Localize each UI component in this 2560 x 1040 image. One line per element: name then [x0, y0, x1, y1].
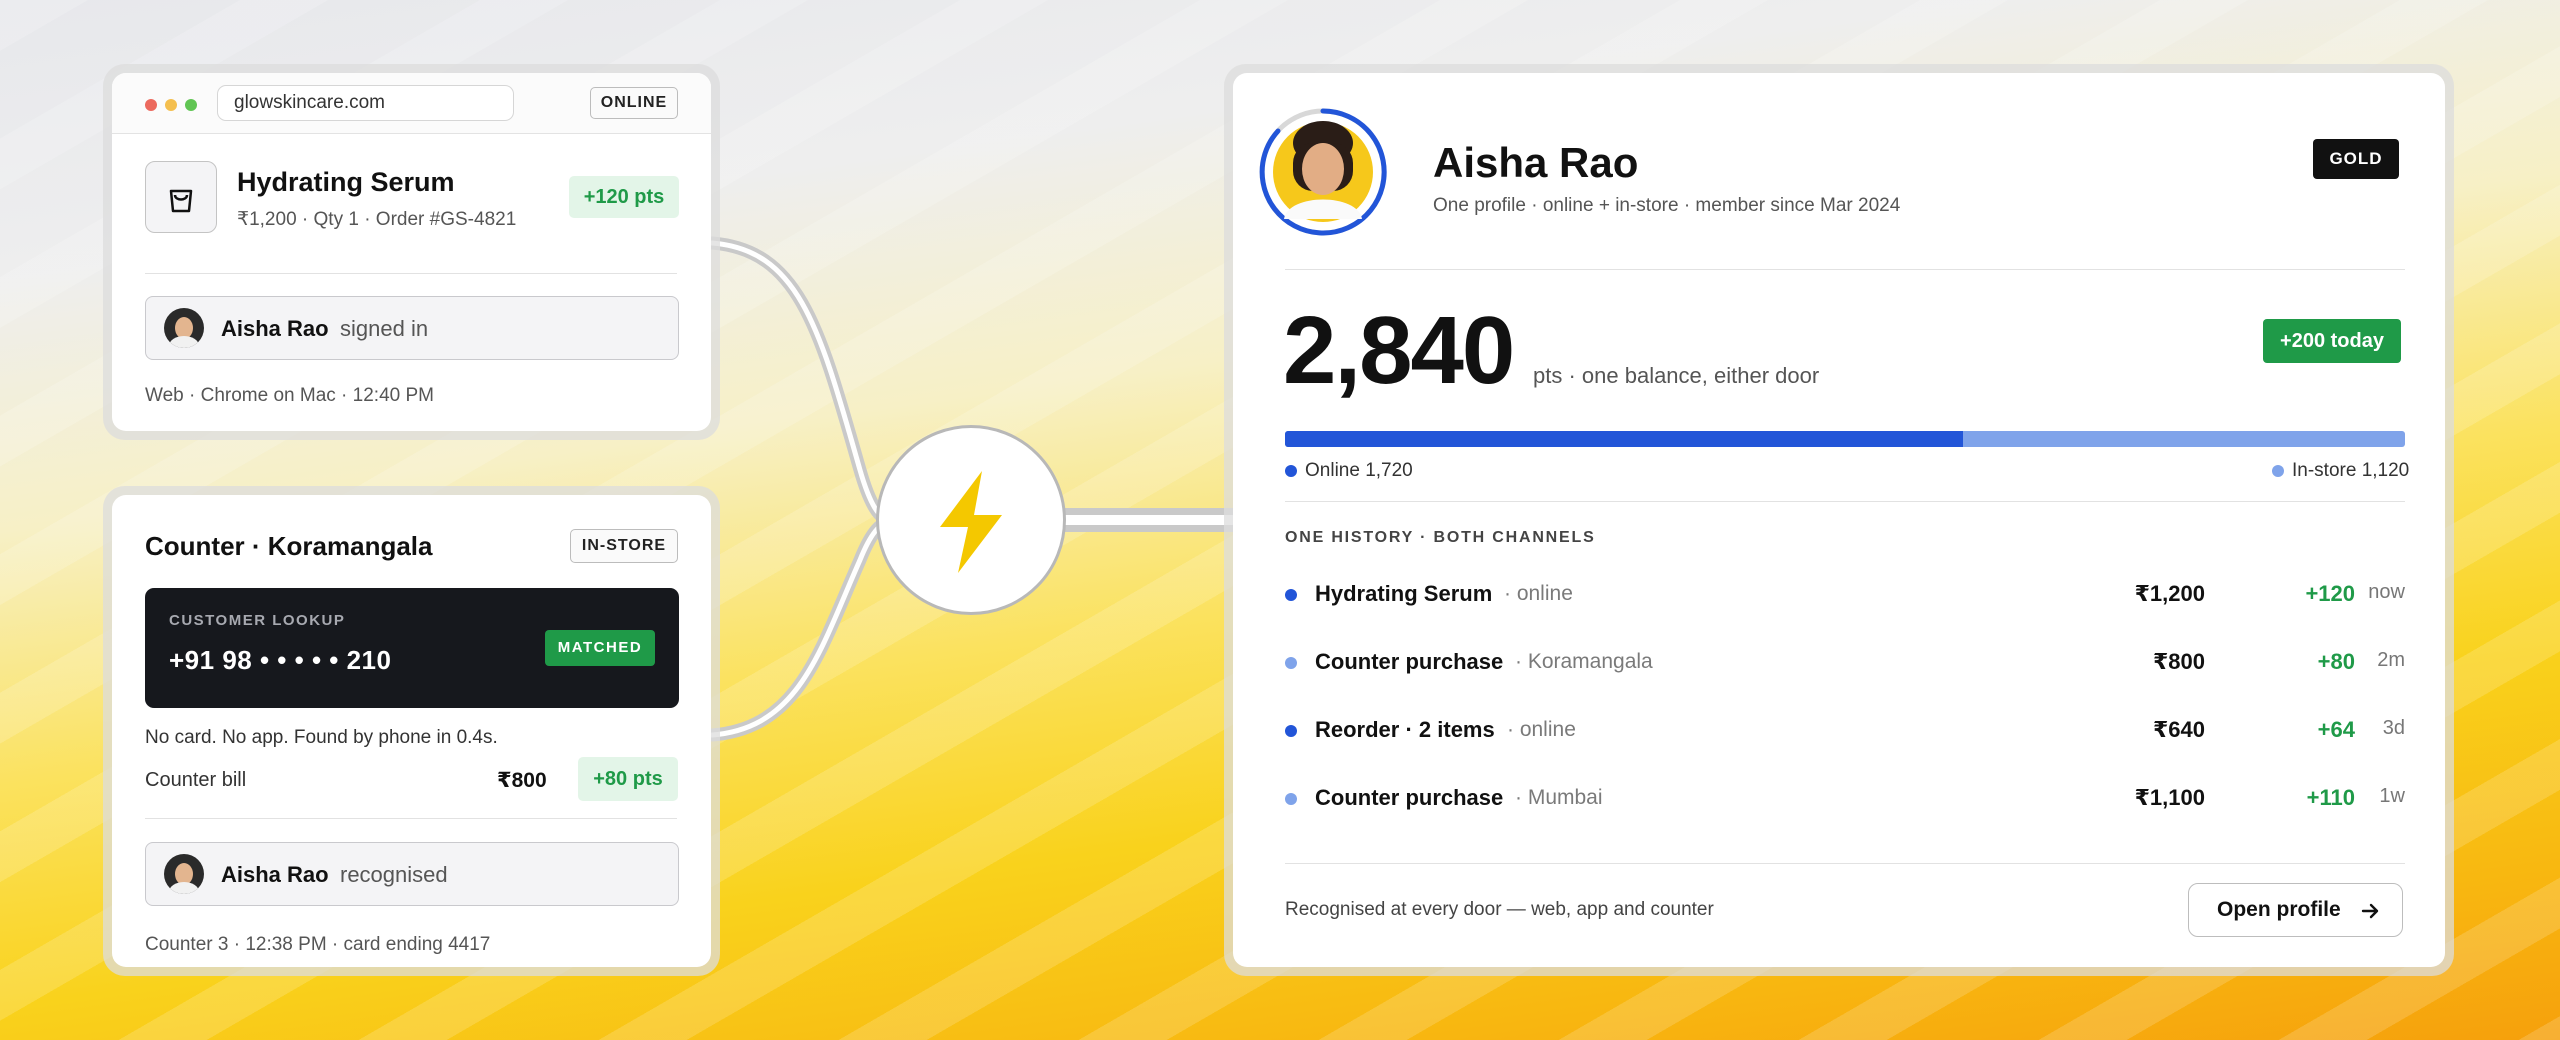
online-card: glowskincare.com ONLINE Hydrating Serum …: [112, 73, 711, 431]
history-item-name: Counter purchase: [1315, 785, 1504, 810]
divider: [145, 273, 677, 274]
customer-name: Aisha Rao: [221, 862, 329, 887]
sync-hub: [876, 425, 1066, 615]
history-item-amount: ₹1,100: [2134, 785, 2205, 810]
history-item-points: +120: [2305, 581, 2355, 606]
open-profile-label: Open profile: [2217, 898, 2341, 921]
history-item-points: +80: [2317, 649, 2355, 674]
instore-card: Counter · Koramangala IN-STORE CUSTOMER …: [112, 495, 711, 967]
minimize-dot-icon[interactable]: [165, 99, 177, 111]
divider: [1285, 269, 2405, 270]
history-item-amount: ₹1,200: [2134, 581, 2205, 606]
bill-amount: ₹800: [497, 769, 547, 792]
lookup-note: No card. No app. Found by phone in 0.4s.: [145, 727, 498, 748]
points-ring: [1259, 108, 1387, 236]
channel-tag-instore: IN-STORE: [570, 529, 678, 563]
profile-name: Aisha Rao: [1433, 139, 1639, 186]
customer-name: Aisha Rao: [221, 316, 329, 341]
history-item-time: 1w: [2379, 785, 2405, 807]
history-row[interactable]: Counter purchase ₹800 +80 2m · Koramangala: [1285, 643, 2405, 683]
points-badge-online: +120 pts: [569, 176, 679, 218]
shopping-bag-icon: [145, 161, 217, 233]
lookup-phone: +91 98 • • • • • 210: [169, 645, 392, 675]
history-item-channel: · Koramangala: [1515, 650, 1653, 673]
history-item-amount: ₹640: [2152, 717, 2205, 742]
signin-event: Aisha Rao signed in: [145, 296, 679, 360]
history-item-time: now: [2368, 581, 2405, 603]
history-row[interactable]: Counter purchase ₹1,100 +110 1w · Mumbai: [1285, 779, 2405, 819]
profile-card: Aisha Rao One profile · online + in-stor…: [1233, 73, 2445, 967]
channel-dot-icon: [1285, 657, 1297, 669]
instore-legend: In-store 1,120: [2292, 460, 2410, 481]
matched-badge: MATCHED: [545, 630, 655, 666]
profile-subtitle: One profile · online + in-store · member…: [1433, 195, 1901, 216]
channel-dot-icon: [1285, 793, 1297, 805]
history-item-name: Counter purchase: [1315, 649, 1504, 674]
footer-note: Recognised at every door — web, app and …: [1285, 899, 1714, 920]
instore-card-frame: Counter · Koramangala IN-STORE CUSTOMER …: [103, 486, 720, 976]
history-item-name: Reorder · 2 items: [1315, 717, 1495, 742]
history-item-name: Hydrating Serum: [1315, 581, 1493, 606]
event-footer: Web · Chrome on Mac · 12:40 PM: [145, 385, 434, 406]
history-item-time: 3d: [2382, 717, 2405, 739]
profile-avatar: [1258, 107, 1388, 237]
online-card-frame: glowskincare.com ONLINE Hydrating Serum …: [103, 64, 720, 440]
history-item-channel: · Mumbai: [1515, 786, 1603, 809]
avatar: [164, 854, 204, 894]
store-title: Counter · Koramangala: [145, 531, 433, 561]
event-action: recognised: [340, 862, 448, 887]
history-item-points: +64: [2317, 717, 2355, 742]
channel-dot-icon: [1285, 725, 1297, 737]
points-balance: 2,840: [1283, 297, 1515, 404]
channel-dot-icon: [1285, 589, 1297, 601]
lookup-label: CUSTOMER LOOKUP: [169, 612, 346, 629]
history-item-amount: ₹800: [2152, 649, 2205, 674]
close-dot-icon[interactable]: [145, 99, 157, 111]
address-bar[interactable]: glowskincare.com: [217, 85, 514, 121]
instore-legend-dot-icon: [2272, 465, 2284, 477]
history-item-channel: · online: [1507, 718, 1576, 741]
history-row[interactable]: Reorder · 2 items ₹640 +64 3d · online: [1285, 711, 2405, 751]
online-share-fill: [1285, 431, 1964, 447]
points-caption: pts · one balance, either door: [1533, 363, 1820, 388]
browser-bar: glowskincare.com ONLINE: [112, 73, 711, 134]
history-item-points: +110: [2306, 785, 2355, 810]
maximize-dot-icon[interactable]: [185, 99, 197, 111]
balance-split-bar: [1285, 431, 2405, 447]
history-row[interactable]: Hydrating Serum ₹1,200 +120 now · online: [1285, 575, 2405, 615]
avatar: [164, 308, 204, 348]
bill-label: Counter bill: [145, 769, 247, 791]
divider: [145, 818, 677, 819]
tier-badge: GOLD: [2313, 139, 2399, 179]
online-legend-dot-icon: [1285, 465, 1297, 477]
divider: [1285, 863, 2405, 864]
event-action: signed in: [340, 316, 429, 341]
product-meta: ₹1,200 · Qty 1 · Order #GS-4821: [237, 209, 517, 230]
arrow-right-icon: [2361, 903, 2379, 919]
channel-tag-online: ONLINE: [590, 87, 678, 119]
history-item-time: 2m: [2377, 649, 2405, 671]
open-profile-button[interactable]: Open profile: [2188, 883, 2403, 937]
customer-lookup-panel: CUSTOMER LOOKUP +91 98 • • • • • 210 MAT…: [145, 588, 679, 708]
product-title: Hydrating Serum: [237, 167, 455, 197]
online-legend: Online 1,720: [1305, 460, 1413, 481]
profile-card-frame: Aisha Rao One profile · online + in-stor…: [1224, 64, 2454, 976]
history-item-channel: · online: [1504, 582, 1573, 605]
recognised-event: Aisha Rao recognised: [145, 842, 679, 906]
history-heading: ONE HISTORY · BOTH CHANNELS: [1285, 529, 1596, 546]
points-badge-instore: +80 pts: [578, 757, 678, 801]
lightning-bolt-icon: [940, 471, 1002, 573]
divider: [1285, 501, 2405, 502]
today-badge: +200 today: [2263, 319, 2401, 363]
event-footer: Counter 3 · 12:38 PM · card ending 4417: [145, 934, 491, 955]
